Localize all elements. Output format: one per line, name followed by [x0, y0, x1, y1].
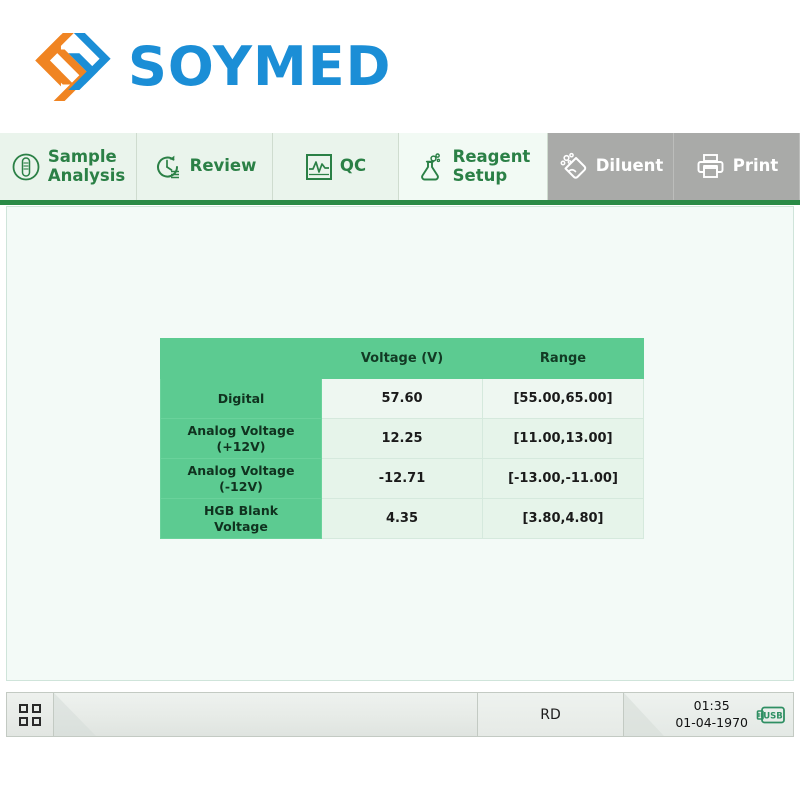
tab-label: Diluent [595, 156, 664, 176]
row-range: [3.80,4.80] [482, 498, 644, 539]
tab-reagent-setup[interactable]: Reagent Setup [399, 133, 548, 200]
clock-datetime: 01:35 01-04-1970 [675, 697, 748, 730]
tabbar-underline [0, 200, 800, 205]
brand-header: SOYMED [0, 0, 800, 133]
table-row: HGB Blank Voltage 4.35 [3.80,4.80] [160, 498, 644, 539]
row-range: [55.00,65.00] [482, 378, 644, 419]
table-header-row: Voltage (V) Range [160, 338, 644, 379]
column-header-range: Range [482, 338, 644, 379]
main-tabbar: Sample Analysis Review QC Reagent Setup … [0, 133, 800, 200]
tab-label: Reagent Setup [452, 147, 531, 185]
column-header-voltage: Voltage (V) [321, 338, 483, 379]
table-row: Analog Voltage (+12V) 12.25 [11.00,13.00… [160, 418, 644, 459]
waveform-chart-icon [305, 153, 332, 180]
row-range: [-13.00,-11.00] [482, 458, 644, 499]
diluent-drop-tag-icon [560, 152, 586, 179]
usb-drive-icon[interactable]: USB [756, 705, 786, 725]
row-label: Analog Voltage (+12V) [160, 418, 322, 459]
voltage-status-table: Voltage (V) Range Digital 57.60 [55.00,6… [160, 338, 644, 539]
row-label: HGB Blank Voltage [160, 498, 322, 539]
row-voltage: -12.71 [321, 458, 483, 499]
flask-bubbles-icon [420, 152, 440, 180]
analyzer-window: SOYMED Sample Analysis Review QC Reagent… [0, 0, 800, 800]
row-voltage: 12.25 [321, 418, 483, 459]
tab-diluent[interactable]: Diluent [548, 133, 674, 200]
tab-label: Review [189, 156, 257, 176]
tab-review[interactable]: Review [137, 133, 273, 200]
apps-grid-icon [19, 703, 41, 726]
apps-launcher-button[interactable] [6, 692, 54, 737]
table-row: Digital 57.60 [55.00,65.00] [160, 378, 644, 419]
tab-label: QC [339, 156, 367, 176]
status-state-badge: RD [478, 692, 624, 737]
row-voltage: 4.35 [321, 498, 483, 539]
tab-print[interactable]: Print [674, 133, 800, 200]
tab-sample-analysis[interactable]: Sample Analysis [0, 133, 137, 200]
history-clock-icon [156, 155, 179, 178]
tab-label: Sample Analysis [47, 147, 126, 185]
row-label: Digital [160, 378, 322, 419]
row-voltage: 57.60 [321, 378, 483, 419]
row-range: [11.00,13.00] [482, 418, 644, 459]
svg-text:USB: USB [763, 711, 783, 721]
soymed-chevron-logo [35, 32, 111, 101]
tab-label: Print [732, 156, 779, 176]
tab-qc[interactable]: QC [273, 133, 399, 200]
printer-icon [697, 154, 724, 178]
table-row: Analog Voltage (-12V) -12.71 [-13.00,-11… [160, 458, 644, 499]
column-header-blank [160, 338, 322, 379]
status-message-area [54, 692, 478, 737]
status-bar: RD 01:35 01-04-1970 USB [6, 692, 794, 737]
row-label: Analog Voltage (-12V) [160, 458, 322, 499]
brand-name: SOYMED [128, 34, 392, 98]
status-clock-area: 01:35 01-04-1970 USB [624, 692, 794, 737]
test-tube-circle-icon [12, 153, 40, 180]
